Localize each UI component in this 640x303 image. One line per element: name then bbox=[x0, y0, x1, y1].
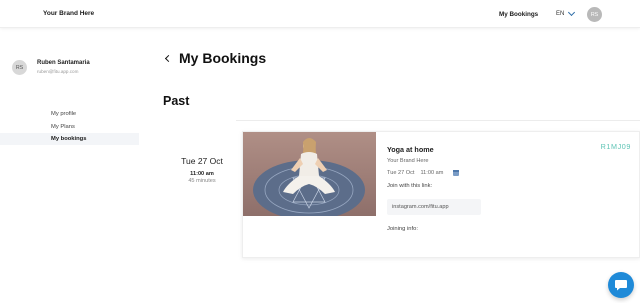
join-label: Join with this link: bbox=[387, 183, 433, 189]
booking-duration: 45 minutes bbox=[188, 178, 216, 184]
language-label: EN bbox=[556, 11, 565, 17]
chat-icon bbox=[615, 280, 627, 291]
top-navbar: Your Brand Here My Bookings EN RS bbox=[0, 0, 640, 28]
sidebar: RS Ruben Santamaria ruben@fitu.app.com M… bbox=[0, 28, 139, 303]
booking-date-block: Tue 27 Oct 11:00 am 45 minutes bbox=[163, 156, 241, 184]
user-name: Ruben Santamaria bbox=[37, 60, 90, 66]
user-email: ruben@fitu.app.com bbox=[37, 69, 79, 74]
chat-button[interactable] bbox=[608, 272, 634, 298]
class-brand: Your Brand Here bbox=[387, 158, 429, 164]
join-link[interactable]: instagram.com/fitu.app bbox=[387, 199, 481, 215]
nav-my-bookings-link[interactable]: My Bookings bbox=[499, 11, 538, 18]
class-datetime: Tue 27 Oct 11:00 am bbox=[387, 170, 460, 176]
brand-logo-text[interactable]: Your Brand Here bbox=[43, 10, 94, 17]
calendar-icon[interactable] bbox=[453, 170, 460, 176]
class-title: Yoga at home bbox=[387, 145, 434, 154]
sidebar-item-my-plans[interactable]: My Plans bbox=[0, 121, 139, 133]
chevron-down-icon bbox=[568, 8, 576, 17]
class-image bbox=[243, 132, 376, 216]
language-selector[interactable]: EN bbox=[556, 8, 576, 17]
chevron-left-icon[interactable] bbox=[164, 54, 173, 63]
booking-card[interactable]: Yoga at home Your Brand Here Tue 27 Oct … bbox=[242, 131, 640, 258]
sidebar-item-my-profile[interactable]: My profile bbox=[0, 108, 139, 120]
avatar[interactable]: RS bbox=[587, 7, 602, 22]
page-title: My Bookings bbox=[179, 50, 267, 66]
section-title-past: Past bbox=[163, 94, 190, 108]
sidebar-item-my-bookings[interactable]: My bookings bbox=[0, 133, 139, 145]
class-time: 11:00 am bbox=[420, 170, 444, 176]
booking-date: Tue 27 Oct bbox=[181, 156, 223, 166]
user-avatar: RS bbox=[12, 60, 27, 75]
divider bbox=[236, 120, 640, 121]
joining-info-label: Joining info: bbox=[387, 226, 418, 232]
booking-code: R1MJ09 bbox=[600, 142, 631, 151]
booking-time: 11:00 am bbox=[190, 171, 214, 177]
class-date: Tue 27 Oct bbox=[387, 170, 415, 176]
